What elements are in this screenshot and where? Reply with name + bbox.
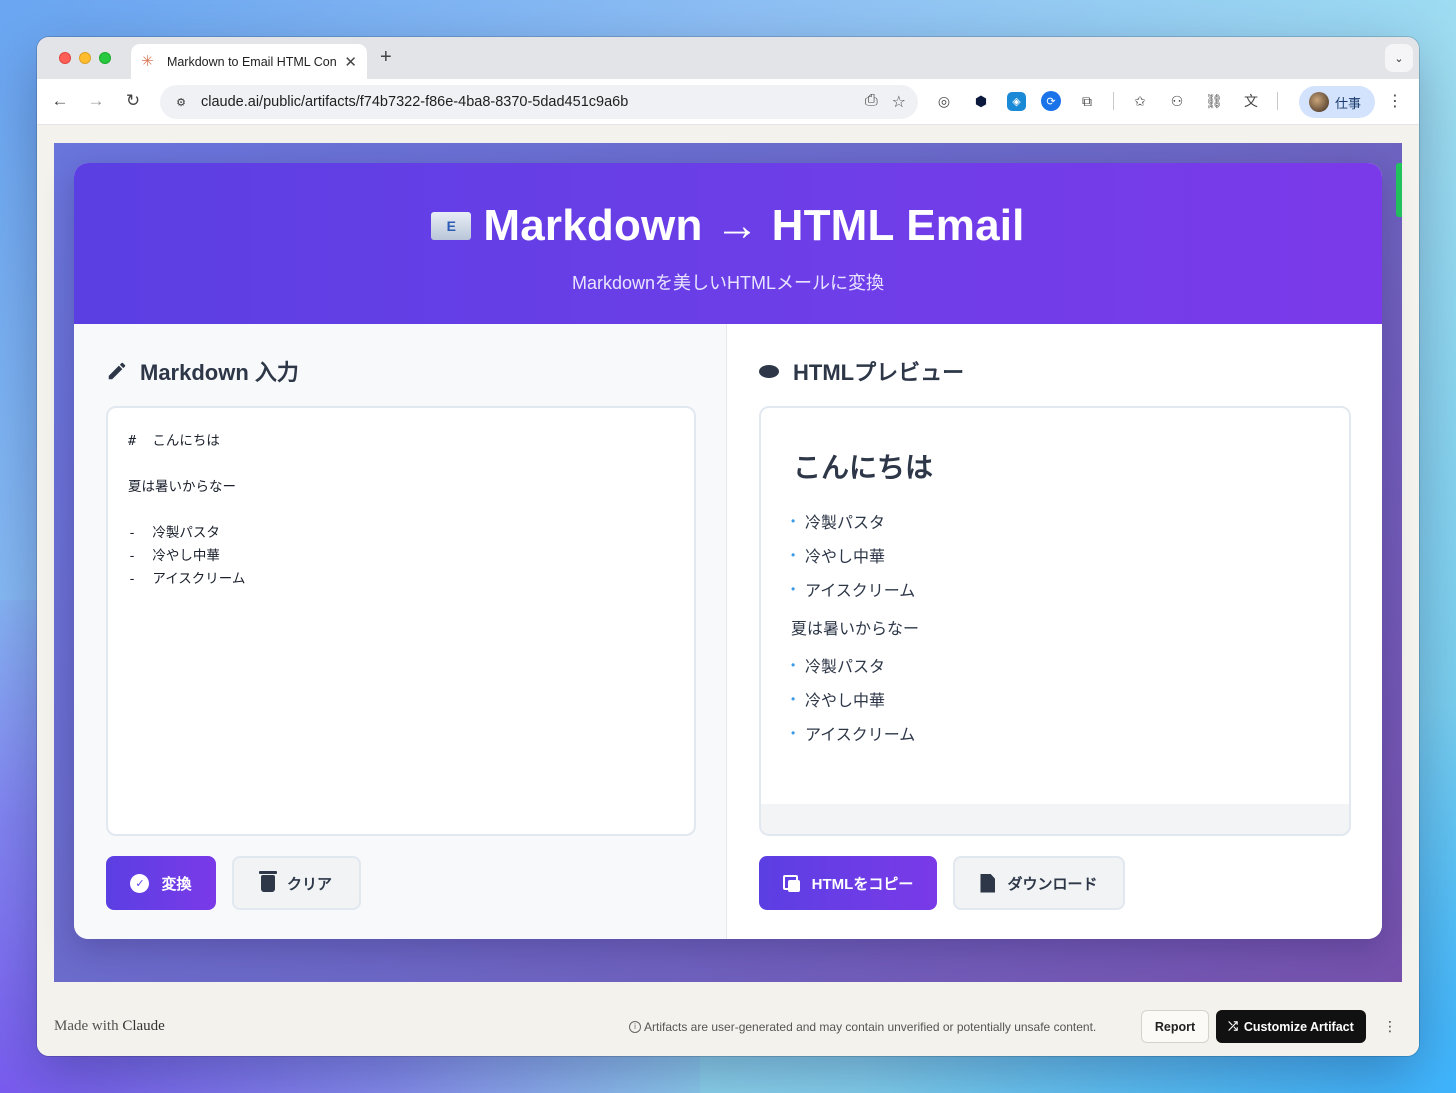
preview-actions: HTMLをコピー ダウンロード	[759, 856, 1351, 910]
app-title-row: E Markdown → HTML Email	[431, 201, 1024, 251]
list-item: • アイスクリーム	[791, 582, 916, 600]
omnibox-actions: ⎙ ☆	[865, 92, 906, 112]
page-content: E Markdown → HTML Email Markdownを美しいHTML…	[37, 125, 1419, 1056]
disclaimer-text: Artifacts are user-generated and may con…	[644, 1019, 1097, 1034]
clear-button[interactable]: クリア	[232, 856, 361, 910]
tab-strip: ✳ Markdown to Email HTML Con ✕ + ⌄	[37, 37, 1419, 79]
tab-close-icon[interactable]: ✕	[344, 53, 357, 71]
copy-icon	[782, 874, 800, 892]
list-item: • 冷製パスタ	[791, 514, 886, 532]
extension-shield-icon[interactable]: ◈	[1007, 91, 1026, 111]
input-actions: ✓ 変換 クリア	[106, 856, 694, 910]
editor-line: - アイスクリーム	[128, 571, 246, 587]
artifact-footer: Made with Claude i Artifacts are user-ge…	[37, 997, 1419, 1056]
input-heading: Markdown 入力	[106, 356, 694, 386]
panels: Markdown 入力 # こんにちは 夏は暑いからなー - 冷製パスタ - 冷…	[74, 324, 1382, 939]
report-button[interactable]: Report	[1141, 1010, 1209, 1043]
browser-tab[interactable]: ✳ Markdown to Email HTML Con ✕	[131, 44, 367, 79]
extensions-bar: ◎ ⬢ ◈ ⟳ ⧉ ✩ ⚇ ⛓ 文	[933, 90, 1278, 112]
copy-html-button[interactable]: HTMLをコピー	[759, 856, 937, 910]
shuffle-icon: ⤮	[1228, 1019, 1238, 1033]
new-tab-icon[interactable]: +	[380, 46, 392, 69]
back-arrow-icon[interactable]: ←	[49, 91, 71, 111]
browser-menu-icon[interactable]: ⋮	[1387, 91, 1403, 111]
preview-heading-text: HTMLプレビュー	[793, 360, 965, 385]
app-header: E Markdown → HTML Email Markdownを美しいHTML…	[74, 163, 1382, 324]
app-subtitle: Markdownを美しいHTMLメールに変換	[571, 273, 885, 293]
list-item: • 冷製パスタ	[791, 658, 886, 676]
email-envelope-icon: E	[431, 212, 472, 240]
extension-password-icon[interactable]: ◎	[933, 90, 955, 112]
browser-window: ✳ Markdown to Email HTML Con ✕ + ⌄ ← → ↻…	[37, 37, 1419, 1056]
download-label: ダウンロード	[1007, 875, 1098, 893]
input-heading-text: Markdown 入力	[140, 360, 299, 385]
markdown-input-panel: Markdown 入力 # こんにちは 夏は暑いからなー - 冷製パスタ - 冷…	[74, 324, 727, 939]
trash-icon	[258, 870, 277, 892]
check-circle-icon: ✓	[130, 873, 150, 893]
tab-title: Markdown to Email HTML Con	[166, 54, 337, 69]
preview-heading: HTMLプレビュー	[759, 356, 1351, 386]
editor-line: 夏は暑いからなー	[128, 479, 236, 495]
claude-brand: Claude	[122, 1018, 165, 1034]
convert-button[interactable]: ✓ 変換	[106, 856, 216, 910]
claude-favicon-icon: ✳	[141, 53, 154, 70]
clear-label: クリア	[286, 875, 332, 893]
zoom-window-button[interactable]	[99, 52, 111, 64]
html-preview-panel: HTMLプレビュー こんにちは • 冷製パスタ • 冷やし中華 • アイスクリーム 夏…	[727, 324, 1382, 939]
list-item: • アイスクリーム	[791, 726, 916, 744]
convert-label: 変換	[161, 875, 192, 893]
translate-icon[interactable]: 文	[1240, 90, 1262, 112]
download-button[interactable]: ダウンロード	[953, 856, 1125, 910]
app-title: Markdown → HTML Email	[483, 201, 1025, 250]
preview-content: こんにちは • 冷製パスタ • 冷やし中華 • アイスクリーム 夏は暑いからなー • 冷…	[761, 408, 1349, 804]
window-controls	[59, 52, 111, 64]
toolbar-divider	[1113, 92, 1114, 110]
minimize-window-button[interactable]	[79, 52, 91, 64]
tab-search-chevron-icon[interactable]: ⌄	[1385, 44, 1413, 72]
address-bar[interactable]: ⚙ claude.ai/public/artifacts/f74b7322-f8…	[160, 85, 918, 119]
reading-list-star-icon[interactable]: ✩	[1129, 90, 1151, 112]
extension-hex-icon[interactable]: ⬢	[970, 90, 992, 112]
toolbar-divider	[1277, 92, 1278, 110]
preview-pane: こんにちは • 冷製パスタ • 冷やし中華 • アイスクリーム 夏は暑いからなー • 冷…	[759, 406, 1351, 836]
customize-artifact-button[interactable]: ⤮ Customize Artifact	[1216, 1010, 1366, 1043]
artifact-frame: E Markdown → HTML Email Markdownを美しいHTML…	[54, 143, 1402, 982]
avatar	[1309, 92, 1329, 112]
footer-menu-icon[interactable]: ⋮	[1383, 1018, 1397, 1035]
list-item: • 冷やし中華	[791, 692, 886, 710]
customize-label: Customize Artifact	[1243, 1019, 1354, 1034]
preview-paragraph: 夏は暑いからなー	[791, 621, 920, 638]
profile-button[interactable]: 仕事	[1299, 86, 1375, 118]
markdown-textarea[interactable]: # こんにちは 夏は暑いからなー - 冷製パスタ - 冷やし中華 - アイスクリ…	[106, 406, 696, 836]
editor-line: - 冷製パスタ	[128, 525, 220, 541]
copy-link-icon[interactable]: ⛓	[1203, 90, 1225, 112]
made-with-claude[interactable]: Made with Claude	[54, 1018, 165, 1035]
browser-toolbar: ← → ↻ ⚙ claude.ai/public/artifacts/f74b7…	[37, 79, 1419, 125]
bookmark-star-icon[interactable]: ☆	[892, 92, 906, 112]
profile-label: 仕事	[1335, 95, 1362, 111]
app-card: E Markdown → HTML Email Markdownを美しいHTML…	[74, 163, 1382, 939]
extension-link-icon[interactable]: ⟳	[1041, 91, 1061, 111]
editor-line: - 冷やし中華	[128, 548, 220, 564]
incognito-icon[interactable]: ⚇	[1166, 90, 1188, 112]
site-info-icon[interactable]: ⚙	[170, 91, 192, 113]
editor-line: # こんにちは	[128, 433, 220, 449]
forward-arrow-icon[interactable]: →	[85, 91, 107, 111]
extensions-puzzle-icon[interactable]: ⧉	[1076, 90, 1098, 112]
close-window-button[interactable]	[59, 52, 71, 64]
copy-label: HTMLをコピー	[811, 875, 914, 893]
info-icon: i	[629, 1020, 641, 1033]
pencil-icon	[106, 360, 128, 382]
install-app-icon[interactable]: ⎙	[865, 92, 878, 112]
file-icon	[980, 873, 996, 893]
reload-icon[interactable]: ↻	[122, 91, 144, 111]
list-item: • 冷やし中華	[791, 548, 886, 566]
disclaimer: i Artifacts are user-generated and may c…	[629, 1020, 1096, 1034]
preview-h1: こんにちは	[793, 452, 934, 483]
eye-icon	[759, 364, 779, 378]
scroll-indicator[interactable]	[1396, 163, 1402, 217]
url-text: claude.ai/public/artifacts/f74b7322-f86e…	[201, 94, 629, 110]
